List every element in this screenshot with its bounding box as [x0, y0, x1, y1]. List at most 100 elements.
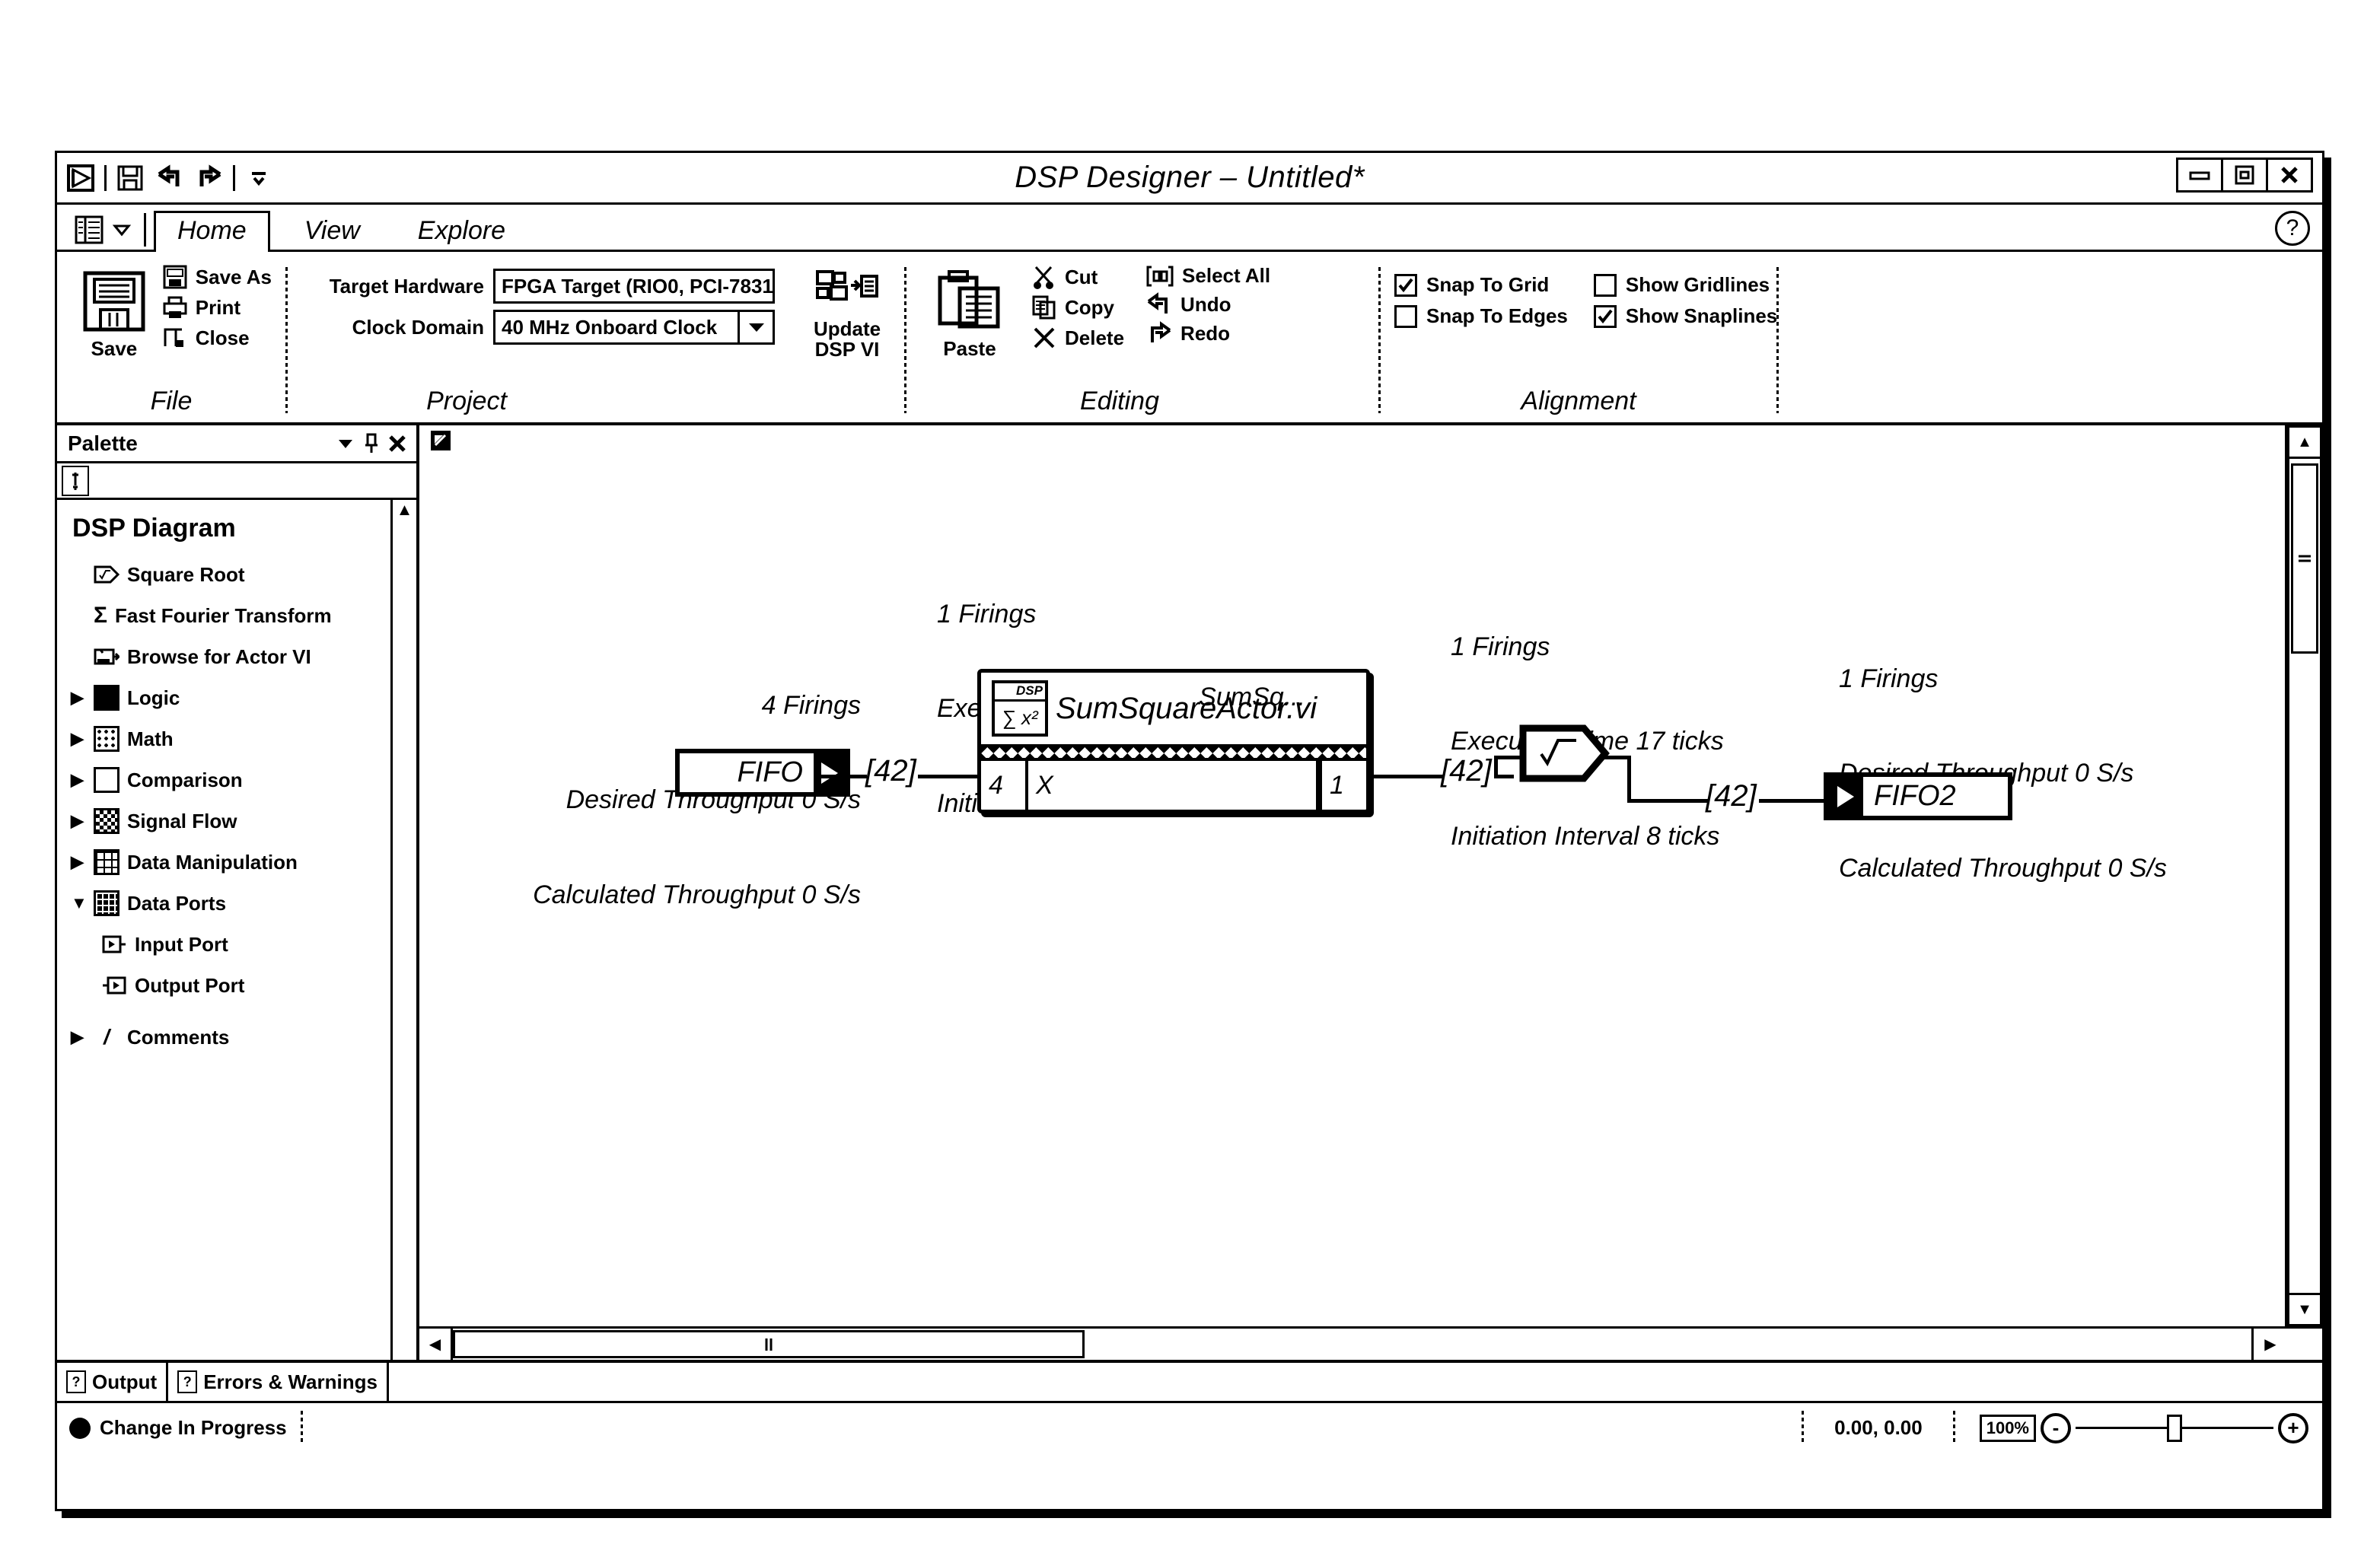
palette-item-math[interactable]: ▶ Math [65, 718, 390, 759]
zoom-slider-thumb[interactable] [2167, 1415, 2182, 1442]
scroll-left-button[interactable]: ◀ [419, 1329, 453, 1360]
chevron-right-icon[interactable]: ▶ [71, 689, 86, 706]
canvas-vertical-scrollbar[interactable]: ▲ ▼ [2287, 425, 2322, 1326]
target-hardware-field[interactable]: FPGA Target (RIO0, PCI-7831R) [493, 269, 775, 304]
snap-to-grid-label: Snap To Grid [1426, 273, 1550, 296]
select-all-label: Select All [1182, 264, 1271, 287]
palette-item-label: Output Port [135, 973, 245, 997]
show-gridlines-checkbox[interactable]: Show Gridlines [1593, 273, 1777, 297]
vscroll-thumb[interactable] [2291, 463, 2318, 654]
hscroll-thumb[interactable] [453, 1330, 1085, 1358]
palette-item-data-ports[interactable]: ▼ Data Ports [65, 883, 390, 924]
palette-item-comments[interactable]: ▶ / Comments [65, 1017, 390, 1058]
undo-button[interactable]: Undo [1145, 292, 1270, 317]
square-root-node[interactable] [1518, 724, 1610, 783]
wire-actor-to-bracket2 [1370, 775, 1443, 778]
chevron-right-icon[interactable]: ▶ [71, 772, 86, 788]
close-document-label: Close [195, 326, 250, 349]
bottom-tab-errors-warnings[interactable]: ? Errors & Warnings [166, 1363, 389, 1401]
palette-item-browse-for-actor-vi[interactable]: Browse for Actor VI [65, 636, 390, 677]
help-button[interactable]: ? [2275, 211, 2310, 246]
copy-button[interactable]: Copy [1031, 294, 1124, 320]
customize-qat-icon[interactable] [243, 162, 275, 194]
app-menu-button[interactable] [57, 215, 142, 250]
cut-button[interactable]: Cut [1031, 264, 1124, 290]
scroll-up-button[interactable]: ▲ [2287, 425, 2322, 459]
hscroll-track[interactable] [453, 1329, 2254, 1360]
fifo-in-annotation-line3: Calculated Throughput 0 S/s [533, 880, 861, 909]
qat-separator-2 [233, 164, 235, 191]
zoom-out-button[interactable]: - [2041, 1412, 2071, 1443]
palette-item-input-port[interactable]: Input Port [65, 924, 390, 965]
vscroll-track[interactable] [2287, 459, 2322, 1293]
chevron-right-icon[interactable]: ▶ [71, 1029, 86, 1046]
zoom-in-button[interactable]: + [2278, 1412, 2308, 1443]
pin-icon[interactable] [358, 433, 384, 454]
fifo-out-node[interactable]: FIFO2 [1824, 772, 2012, 820]
undo-icon[interactable] [154, 162, 186, 194]
palette-dropdown-icon[interactable] [333, 438, 358, 450]
select-all-button[interactable]: Select All [1145, 264, 1270, 288]
update-dsp-vi-button[interactable]: Update DSP VI [796, 264, 898, 361]
palette-item-square-root[interactable]: Square Root [65, 554, 390, 595]
delete-button[interactable]: Delete [1031, 325, 1124, 351]
palette-scrollbar[interactable]: ▲ [390, 500, 416, 1360]
chevron-right-icon[interactable]: ▶ [71, 813, 86, 829]
scroll-down-button[interactable]: ▼ [2287, 1293, 2322, 1326]
palette-tree-header: DSP Diagram [72, 514, 236, 543]
ribbon-group-alignment-title: Alignment [1521, 387, 1636, 415]
palette-item-data-manipulation[interactable]: ▶ Data Manipulation [65, 842, 390, 883]
save-button[interactable]: Save [71, 264, 158, 359]
zoom-slider[interactable] [2076, 1415, 2273, 1442]
undo-arrow-icon [1145, 292, 1173, 317]
palette-item-fast-fourier-transform[interactable]: Σ Fast Fourier Transform [65, 595, 390, 636]
scroll-right-button[interactable]: ▶ [2254, 1329, 2287, 1360]
palette-item-label: Signal Flow [127, 809, 237, 832]
show-snaplines-checkbox[interactable]: Show Snaplines [1593, 304, 1777, 328]
ribbon-group-project-title: Project [426, 387, 507, 415]
palette-item-signal-flow[interactable]: ▶ Signal Flow [65, 801, 390, 842]
palette-panel: Palette DSP Diagram Square Root Σ Fast F… [57, 425, 419, 1360]
scroll-up-icon[interactable]: ▲ [393, 500, 416, 526]
actor-footer: 4 X SumSq... 1 [981, 683, 1366, 810]
paste-button[interactable]: Paste [920, 264, 1019, 359]
tab-home[interactable]: Home [154, 211, 270, 252]
run-icon[interactable] [65, 162, 97, 194]
search-input[interactable] [62, 465, 89, 496]
palette-item-output-port[interactable]: Output Port [65, 965, 390, 1006]
palette-item-logic[interactable]: ▶ Logic [65, 677, 390, 718]
chevron-down-icon[interactable]: ▼ [71, 895, 88, 912]
clock-domain-combo[interactable]: 40 MHz Onboard Clock [493, 310, 775, 345]
sqrt-annotation-line3: Initiation Interval 8 ticks [1451, 821, 1720, 851]
palette-tree: DSP Diagram Square Root Σ Fast Fourier T… [57, 500, 390, 1360]
canvas-horizontal-scrollbar[interactable]: ◀ ▶ [419, 1326, 2322, 1360]
snap-to-edges-checkbox[interactable]: Snap To Edges [1394, 304, 1568, 328]
tab-view[interactable]: View [281, 211, 384, 252]
print-button[interactable]: Print [162, 294, 272, 320]
palette-title: Palette [68, 431, 138, 455]
zoom-level-value[interactable]: 100% [1979, 1414, 2036, 1442]
dsp-diagram-canvas[interactable]: 4 Firings Desired Throughput 0 S/s Calcu… [419, 425, 2287, 1326]
bottom-tab-output[interactable]: ? Output [55, 1363, 169, 1401]
close-button[interactable] [2266, 158, 2313, 193]
minimize-button[interactable] [2176, 158, 2223, 193]
fifo-in-node[interactable]: FIFO [675, 749, 850, 797]
redo-button[interactable]: Redo [1145, 321, 1270, 345]
sum-square-actor-node[interactable]: DSP ∑ x² SumSquareActor.vi 4 X SumSq... … [977, 669, 1370, 813]
chevron-right-icon[interactable]: ▶ [71, 854, 86, 871]
close-icon[interactable] [384, 434, 410, 453]
save-as-button[interactable]: Save As [162, 264, 272, 290]
chevron-down-icon[interactable] [738, 312, 773, 342]
maximize-button[interactable] [2221, 158, 2268, 193]
redo-icon[interactable] [193, 162, 225, 194]
status-divider-2 [1802, 1411, 1805, 1445]
snap-to-grid-checkbox[interactable]: Snap To Grid [1394, 273, 1568, 297]
ribbon-group-project: Target Hardware FPGA Target (RIO0, PCI-7… [288, 256, 790, 422]
tab-explore[interactable]: Explore [394, 211, 529, 252]
wire-sqrt-step-h2 [1627, 799, 1709, 803]
save-icon[interactable] [114, 162, 146, 194]
chevron-right-icon[interactable]: ▶ [71, 730, 86, 747]
palette-item-comparison[interactable]: ▶ Comparison [65, 759, 390, 801]
input-port-icon [101, 934, 127, 954]
close-document-button[interactable]: Close [162, 325, 272, 351]
